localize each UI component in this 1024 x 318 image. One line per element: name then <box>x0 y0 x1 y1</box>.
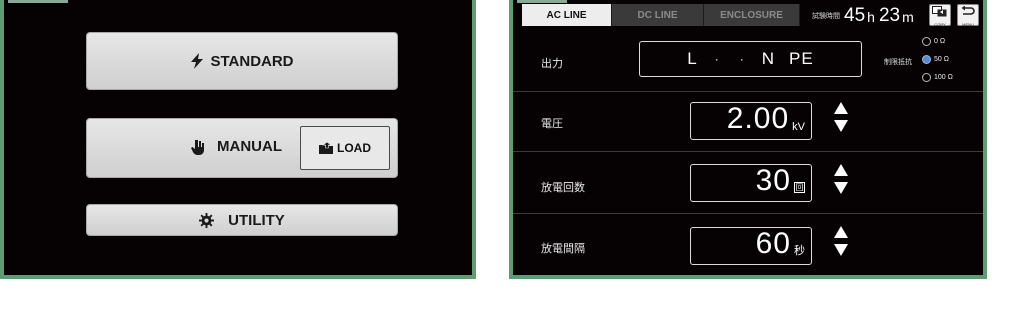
resistor-option-label: 0 Ω <box>934 38 946 45</box>
test-time-minutes-unit: m <box>902 9 914 25</box>
tab-enclosure[interactable]: ENCLOSURE <box>704 4 800 26</box>
menu-button[interactable]: MENU <box>957 4 979 27</box>
test-time-minutes: 23 <box>878 5 901 26</box>
discharge-count-up-arrow-icon[interactable] <box>834 164 848 176</box>
resistor-option-100[interactable]: 100 Ω <box>922 73 953 82</box>
voltage-value-box[interactable]: 2.00 kV <box>690 102 812 140</box>
discharge-interval-value-box[interactable]: 60 秒 <box>690 227 812 265</box>
top-tab-indicator <box>8 0 68 3</box>
settings-screen: AC LINE DC LINE ENCLOSURE 試験時間 45 h 23 m… <box>509 0 987 279</box>
copy-icon <box>932 4 948 22</box>
hand-icon <box>191 139 205 155</box>
tab-ac-line[interactable]: AC LINE <box>522 4 612 26</box>
load-folder-icon <box>319 142 334 154</box>
copy-button[interactable]: COPY <box>929 4 951 27</box>
discharge-interval-up-arrow-icon[interactable] <box>834 226 848 238</box>
copy-label: COPY <box>934 21 946 27</box>
discharge-interval-row: 放電間隔 60 秒 <box>513 214 983 275</box>
tab-dc-line[interactable]: DC LINE <box>612 4 704 26</box>
voltage-value: 2.00 <box>726 102 790 135</box>
discharge-count-down-arrow-icon[interactable] <box>834 182 848 194</box>
output-pe: PE <box>789 49 814 68</box>
test-time-hours-unit: h <box>867 9 875 25</box>
resistor-option-50[interactable]: 50 Ω <box>922 55 949 64</box>
discharge-interval-unit: 秒 <box>794 245 805 257</box>
voltage-stepper <box>833 102 849 132</box>
resistor-option-label: 50 Ω <box>934 56 949 63</box>
discharge-count-stepper <box>833 164 849 194</box>
gear-icon <box>199 212 215 228</box>
discharge-count-value: 30 <box>755 164 791 197</box>
menu-label: MENU <box>962 21 974 27</box>
output-dot-1: · <box>714 52 720 66</box>
standard-button[interactable]: STANDARD <box>86 32 398 90</box>
utility-button[interactable]: UTILITY <box>86 204 398 236</box>
load-button[interactable]: LOAD <box>300 126 390 170</box>
output-l: L <box>687 49 698 68</box>
return-icon <box>961 4 975 22</box>
manual-button-label: MANUAL <box>217 138 282 155</box>
output-label: 出力 <box>541 58 563 70</box>
discharge-count-row: 放電回数 30 回 <box>513 152 983 214</box>
discharge-count-label: 放電回数 <box>541 182 585 194</box>
utility-button-label: UTILITY <box>228 211 285 229</box>
voltage-row: 電圧 2.00 kV <box>513 92 983 152</box>
voltage-unit: kV <box>792 121 805 133</box>
radio-icon <box>922 73 931 82</box>
output-n: N <box>761 49 776 68</box>
output-selector[interactable]: L · · N PE <box>639 41 862 77</box>
lightning-icon <box>190 53 204 69</box>
voltage-up-arrow-icon[interactable] <box>834 102 848 114</box>
manual-button[interactable]: MANUAL LOAD <box>86 118 398 178</box>
load-button-label: LOAD <box>337 141 371 155</box>
test-time-label: 試験時間 <box>812 13 840 20</box>
discharge-interval-label: 放電間隔 <box>541 243 585 255</box>
resistor-option-label: 100 Ω <box>934 74 953 81</box>
discharge-interval-stepper <box>833 226 849 256</box>
discharge-interval-down-arrow-icon[interactable] <box>834 244 848 256</box>
resistor-option-0[interactable]: 0 Ω <box>922 37 945 46</box>
discharge-count-unit: 回 <box>794 182 805 193</box>
test-time-display: 試験時間 45 h 23 m <box>812 4 918 26</box>
radio-icon <box>922 37 931 46</box>
voltage-down-arrow-icon[interactable] <box>834 120 848 132</box>
radio-selected-icon <box>922 55 931 64</box>
test-time-hours: 45 <box>844 5 866 26</box>
standard-button-label: STANDARD <box>210 52 294 70</box>
discharge-count-value-box[interactable]: 30 回 <box>690 164 812 202</box>
output-row: 出力 L · · N PE 制限抵抗 0 Ω 50 Ω 100 Ω <box>513 30 983 92</box>
resistor-label: 制限抵抗 <box>884 59 912 66</box>
top-tab-indicator <box>517 0 567 3</box>
main-menu-screen: STANDARD MANUAL LOAD UTILITY <box>0 0 476 279</box>
line-tabs: AC LINE DC LINE ENCLOSURE <box>522 4 800 26</box>
discharge-interval-value: 60 <box>755 227 791 260</box>
output-dot-2: · <box>739 52 745 66</box>
voltage-label: 電圧 <box>541 118 563 130</box>
